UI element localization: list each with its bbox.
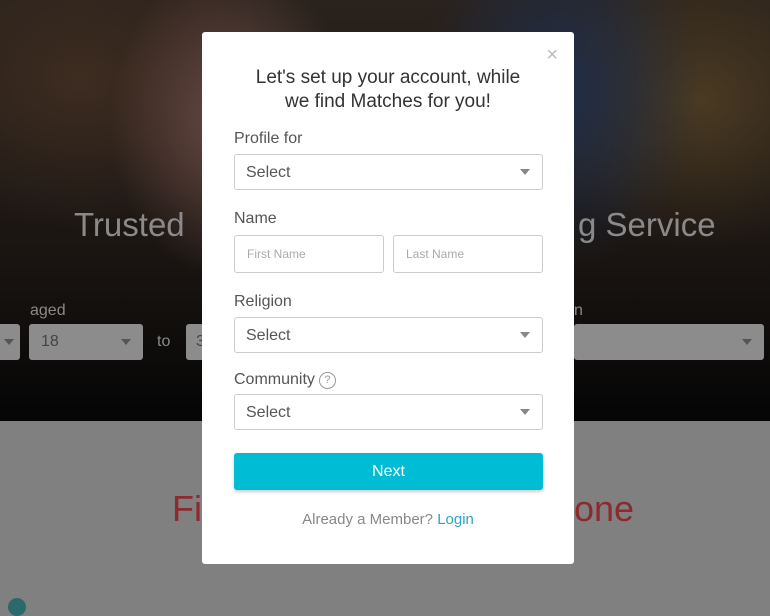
hero-title-fragment: g Service bbox=[578, 206, 716, 243]
chat-icon[interactable] bbox=[8, 598, 26, 616]
to-label: to bbox=[157, 333, 171, 350]
login-link[interactable]: Login bbox=[437, 511, 474, 528]
chevron-down-icon bbox=[742, 339, 752, 345]
profile-for-select[interactable]: Select bbox=[234, 154, 543, 190]
title-line: we find Matches for you! bbox=[285, 91, 491, 112]
chevron-down-icon bbox=[520, 409, 530, 415]
chevron-down-icon bbox=[520, 169, 530, 175]
chevron-down-icon bbox=[520, 332, 530, 338]
aged-label: aged bbox=[30, 302, 66, 319]
close-icon[interactable]: × bbox=[546, 44, 558, 67]
title-line: Let's set up your account, while bbox=[255, 67, 521, 88]
name-label: Name bbox=[234, 210, 277, 227]
bg-select[interactable] bbox=[0, 324, 20, 360]
section-title-fragment: one bbox=[574, 488, 635, 529]
first-name-input[interactable] bbox=[234, 235, 384, 273]
age-from-value: 18 bbox=[41, 333, 59, 350]
religion-select[interactable]: Select bbox=[234, 317, 543, 353]
community-select[interactable]: Select bbox=[234, 394, 543, 430]
community-label-row: Community? bbox=[234, 371, 336, 389]
select-value: Select bbox=[246, 164, 291, 181]
next-button[interactable]: Next bbox=[234, 453, 543, 490]
last-name-input[interactable] bbox=[393, 235, 543, 273]
signup-modal: × Let's set up your account, while we fi… bbox=[202, 32, 574, 564]
hero-title-fragment: Trusted bbox=[74, 206, 185, 243]
select-value: Select bbox=[246, 404, 291, 421]
profile-for-label: Profile for bbox=[234, 130, 303, 147]
select-value: Select bbox=[246, 327, 291, 344]
help-icon[interactable]: ? bbox=[318, 372, 336, 389]
member-text: Already a Member? bbox=[302, 511, 434, 528]
religion-label: Religion bbox=[234, 293, 292, 310]
section-title-fragment: Fi bbox=[172, 488, 202, 529]
right-label: n bbox=[574, 302, 583, 319]
chevron-down-icon bbox=[121, 339, 131, 345]
member-prompt: Already a Member? Login bbox=[202, 511, 574, 528]
modal-title: Let's set up your account, while we find… bbox=[202, 66, 574, 114]
age-from-select[interactable]: 18 bbox=[29, 324, 143, 360]
bg-select-right[interactable] bbox=[574, 324, 764, 360]
community-label: Community bbox=[234, 371, 315, 388]
